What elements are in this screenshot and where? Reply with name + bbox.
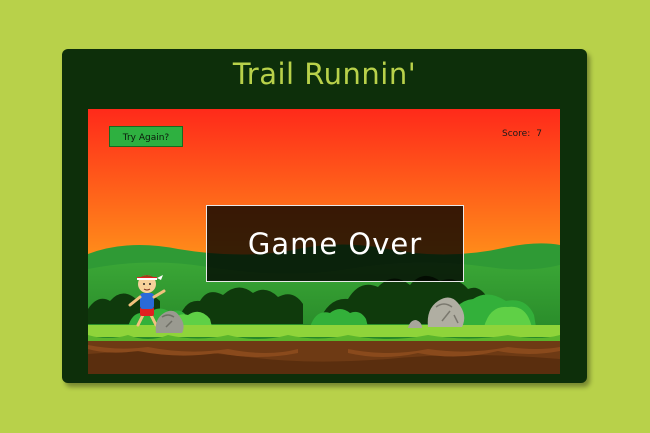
score-label: Score: xyxy=(502,129,531,139)
game-title: Trail Runnin' xyxy=(232,57,417,91)
try-again-button[interactable]: Try Again? xyxy=(109,126,183,147)
game-stage[interactable]: Try Again? Score: 7 Game Over xyxy=(88,109,560,374)
game-panel: Trail Runnin' Try Again? Score: 7 Game O… xyxy=(62,49,587,383)
score-value: 7 xyxy=(536,129,542,139)
score-display: Score: 7 xyxy=(502,129,542,139)
game-over-overlay: Game Over xyxy=(206,205,464,282)
